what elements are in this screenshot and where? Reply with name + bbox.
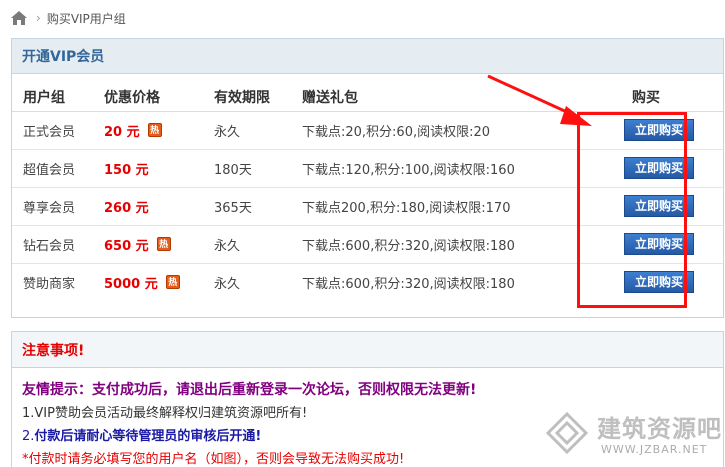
row-price-cell: 20 元热 (104, 111, 214, 150)
row-price: 5000 元 (104, 276, 158, 292)
row-price: 260 元 (104, 200, 149, 216)
row-price-cell: 650 元热 (104, 225, 214, 264)
vip-table-header: 用户组 优惠价格 有效期限 赠送礼包 购买 (12, 83, 723, 112)
annotation-highlight-box (577, 112, 687, 308)
row-group: 尊享会员 (12, 187, 104, 226)
breadcrumb-separator: › (36, 11, 41, 25)
row-period: 永久 (214, 276, 241, 292)
row-period: 永久 (214, 111, 302, 150)
row-gift: 下载点:600,积分:320,阅读权限:180 (302, 225, 602, 264)
notice-line-2-num: 2. (22, 429, 35, 444)
row-price-cell: 5000 元热 (104, 263, 214, 301)
row-group: 超值会员 (12, 149, 104, 188)
row-price-cell: 150 元 (104, 149, 214, 188)
row-price-cell: 260 元 (104, 187, 214, 226)
row-period: 永久 (214, 225, 302, 264)
notice-tip: 友情提示：支付成功后，请退出后重新登录一次论坛，否则权限无法更新! (22, 382, 477, 398)
notice-title: 注意事项! (12, 332, 723, 368)
watermark: 建筑资源吧 WWW.JZBAR.NET (545, 405, 725, 467)
notice-line-2-text: 付款后请耐心等待管理员的审核后开通! (34, 429, 262, 444)
vip-panel-title: 开通VIP会员 (12, 39, 723, 74)
header-buy-label: 购买 (632, 89, 660, 106)
watermark-title: 建筑资源吧 (597, 415, 722, 443)
header-group: 用户组 (12, 83, 104, 112)
row-period: 365天 (214, 187, 302, 226)
home-icon[interactable] (10, 10, 28, 26)
row-gift: 下载点:120,积分:100,阅读权限:160 (302, 149, 602, 188)
row-group: 钻石会员 (12, 225, 104, 264)
watermark-logo-icon (545, 411, 589, 455)
hot-badge: 热 (165, 274, 180, 289)
row-price: 20 元 (104, 124, 140, 140)
header-buy: 购买 (602, 83, 723, 112)
header-period: 有效期限 (214, 83, 302, 112)
breadcrumb-current: 购买VIP用户组 (46, 11, 126, 26)
row-group: 赞助商家 (23, 276, 76, 292)
hot-badge: 热 (156, 236, 171, 251)
breadcrumb: › 购买VIP用户组 (10, 7, 126, 29)
watermark-url: WWW.JZBAR.NET (601, 443, 708, 456)
row-group: 正式会员 (12, 111, 104, 150)
row-price: 150 元 (104, 162, 149, 178)
row-gift: 下载点:600,积分:320,阅读权限:180 (302, 276, 515, 292)
row-gift: 下载点200,积分:180,阅读权限:170 (302, 187, 602, 226)
header-price: 优惠价格 (104, 83, 214, 112)
hot-badge: 热 (147, 122, 162, 137)
row-period: 180天 (214, 149, 302, 188)
row-price: 650 元 (104, 238, 149, 254)
